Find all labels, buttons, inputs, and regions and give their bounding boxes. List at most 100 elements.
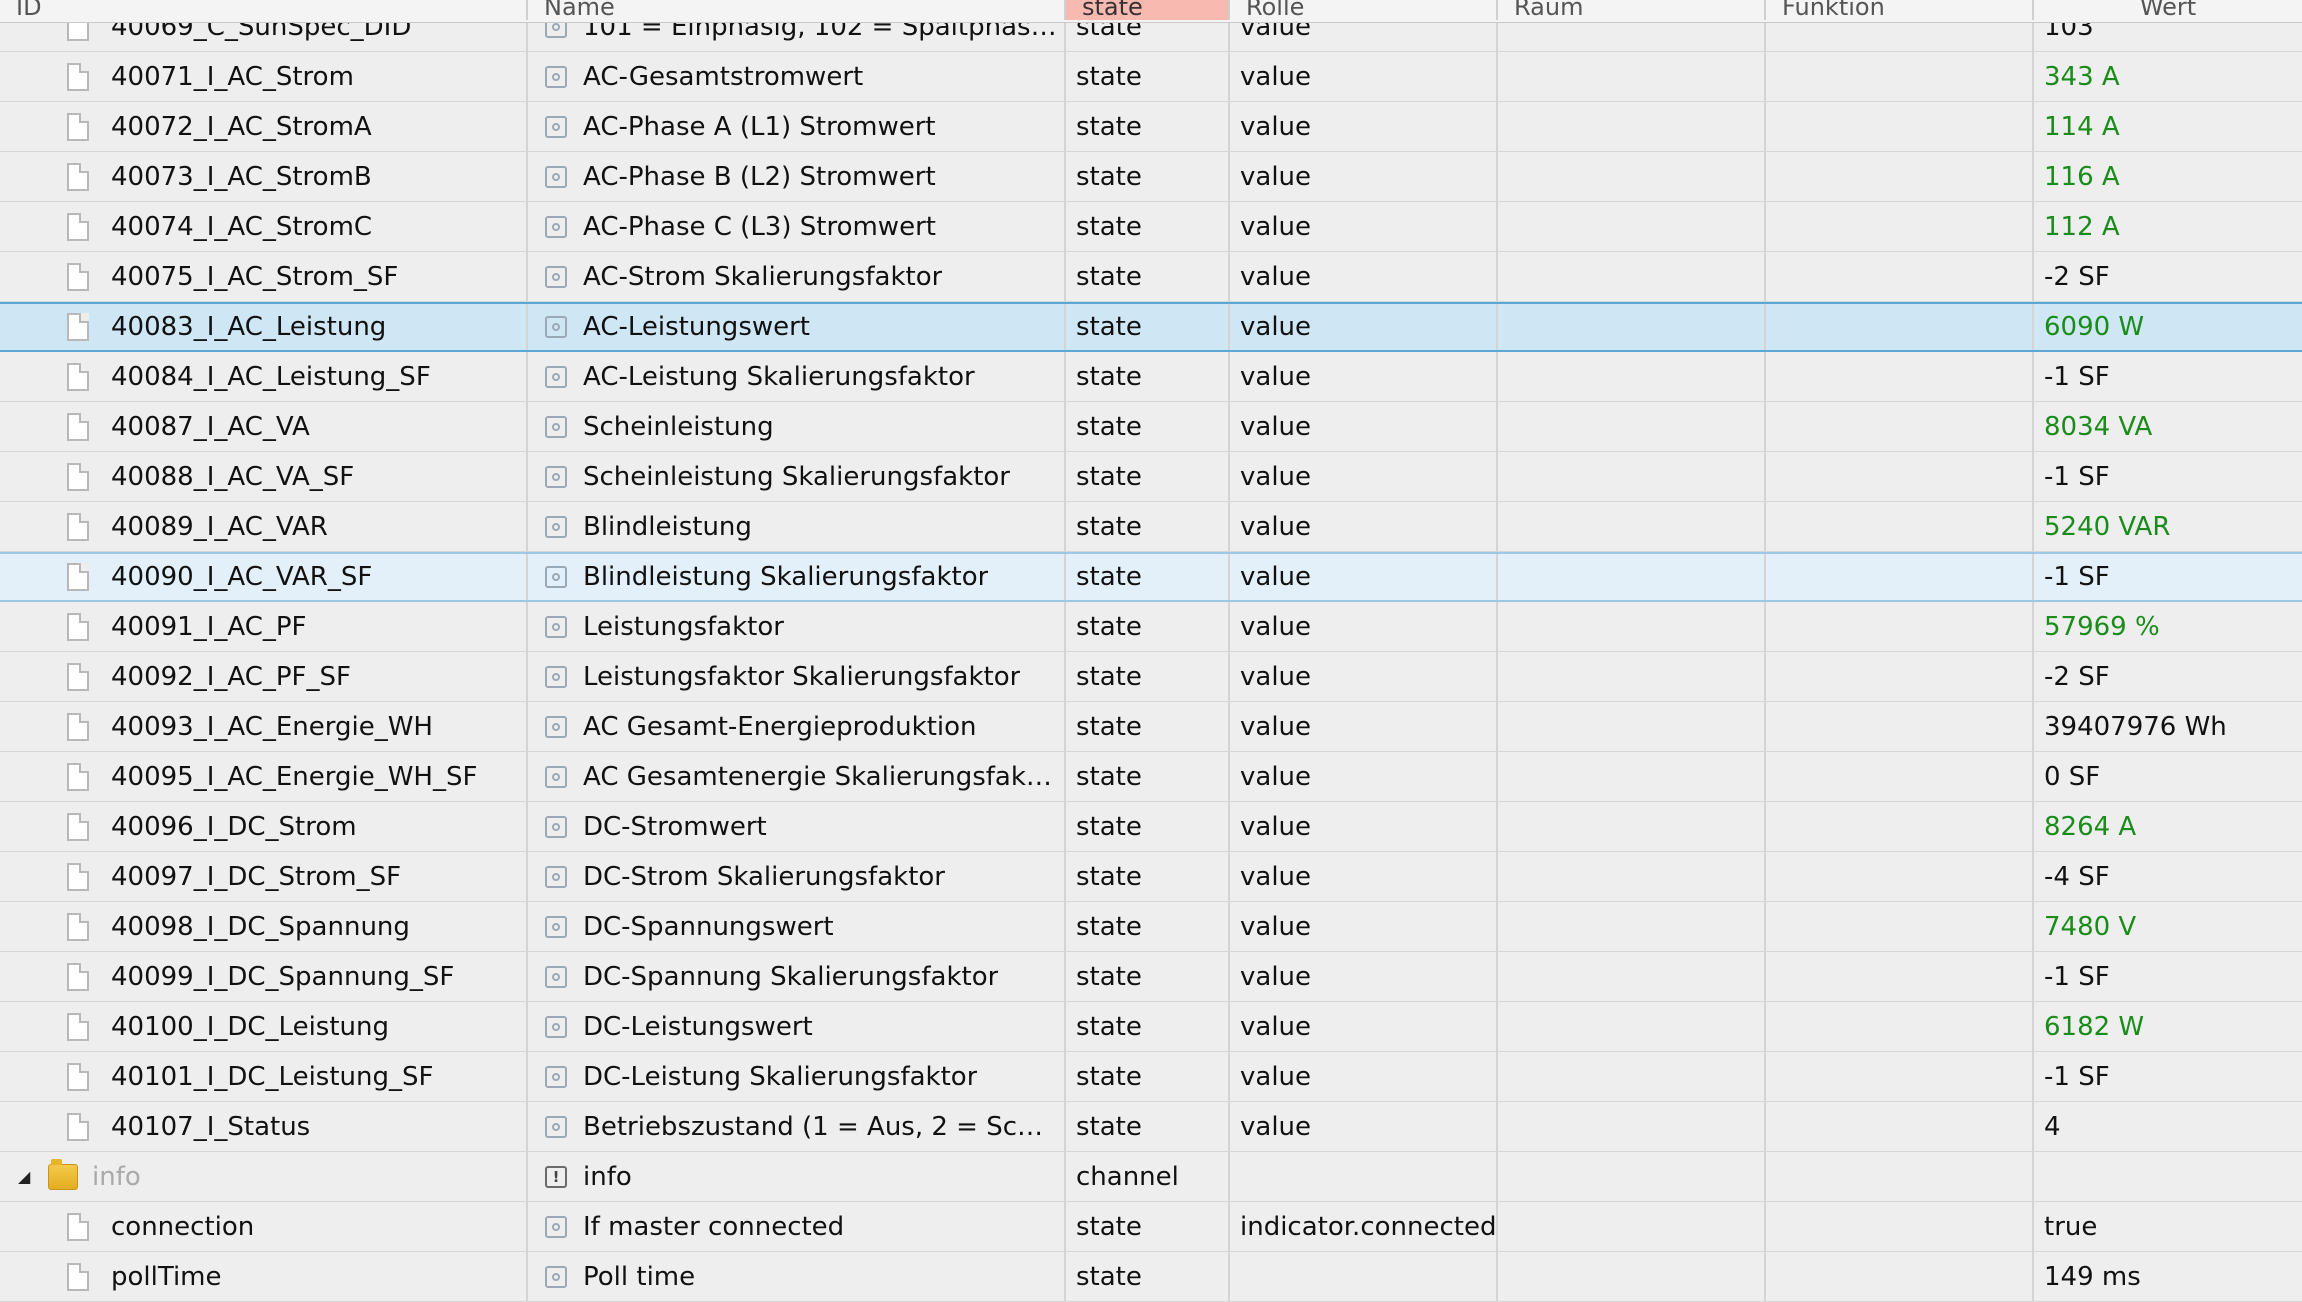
object-id: 40100_I_DC_Leistung [111,1011,390,1042]
value-cell[interactable]: 39407976 Wh [2034,702,2302,751]
object-value: 8264 A [2044,811,2137,842]
column-header-value[interactable]: Wert [2034,0,2302,20]
table-row[interactable]: 40071_I_AC_Strom AC-Gesamtstromwert stat… [0,52,2302,102]
object-id: 40083_I_AC_Leistung [111,312,387,342]
value-cell[interactable]: -1 SF [2034,352,2302,401]
column-header-id[interactable]: ID [0,0,528,20]
object-value: 116 A [2044,161,2120,192]
name-cell: ! info [528,1152,1066,1201]
table-row[interactable]: 40073_I_AC_StromB AC-Phase B (L2) Stromw… [0,152,2302,202]
value-cell[interactable]: 0 SF [2034,752,2302,801]
value-cell[interactable]: 6090 W [2034,304,2302,350]
type-cell: state [1066,202,1230,251]
value-cell[interactable]: -1 SF [2034,554,2302,600]
room-cell [1498,902,1766,951]
column-header-room[interactable]: Raum [1498,0,1766,20]
id-cell: 40073_I_AC_StromB [0,152,528,201]
value-cell[interactable]: 112 A [2034,202,2302,251]
table-row[interactable]: 40088_I_AC_VA_SF Scheinleistung Skalieru… [0,452,2302,502]
object-name: DC-Leistungswert [583,1011,813,1042]
table-row[interactable]: 40100_I_DC_Leistung DC-Leistungswert sta… [0,1002,2302,1052]
object-role: value [1240,711,1312,742]
room-cell [1498,802,1766,851]
room-cell [1498,652,1766,701]
column-header-role[interactable]: Rolle [1230,0,1498,20]
name-cell: Scheinleistung [528,402,1066,451]
function-cell [1766,802,2034,851]
table-row[interactable]: 40084_I_AC_Leistung_SF AC-Leistung Skali… [0,352,2302,402]
value-cell[interactable]: 4 [2034,1102,2302,1151]
value-cell[interactable]: -1 SF [2034,1052,2302,1101]
table-row-folder[interactable]: ◢ info ! info channel [0,1152,2302,1202]
function-cell [1766,1102,2034,1151]
object-id: 40099_I_DC_Spannung_SF [111,961,455,992]
name-cell: If master connected [528,1202,1066,1251]
table-row[interactable]: 40099_I_DC_Spannung_SF DC-Spannung Skali… [0,952,2302,1002]
table-row-hovered[interactable]: 40090_I_AC_VAR_SF Blindleistung Skalieru… [0,552,2302,602]
value-cell[interactable]: 343 A [2034,52,2302,101]
object-type: state [1076,161,1142,192]
collapse-triangle-icon[interactable]: ◢ [18,1167,30,1186]
id-cell: 40083_I_AC_Leistung [0,304,528,350]
name-cell: Poll time [528,1252,1066,1301]
id-cell: 40071_I_AC_Strom [0,52,528,101]
value-cell[interactable]: -1 SF [2034,952,2302,1001]
state-icon [545,715,567,738]
object-role: value [1240,1011,1312,1042]
type-cell: state [1066,252,1230,301]
object-id: connection [111,1211,255,1242]
value-cell[interactable]: 8034 VA [2034,402,2302,451]
table-row[interactable]: 40107_I_Status Betriebszustand (1 = Aus,… [0,1102,2302,1152]
object-role: value [1240,811,1312,842]
file-icon [67,412,89,441]
value-cell[interactable]: 7480 V [2034,902,2302,951]
table-row[interactable]: 40097_I_DC_Strom_SF DC-Strom Skalierungs… [0,852,2302,902]
state-icon [545,465,567,488]
table-row[interactable]: 40092_I_AC_PF_SF Leistungsfaktor Skalier… [0,652,2302,702]
table-row[interactable]: 40101_I_DC_Leistung_SF DC-Leistung Skali… [0,1052,2302,1102]
table-row[interactable]: 40072_I_AC_StromA AC-Phase A (L1) Stromw… [0,102,2302,152]
value-cell[interactable]: 114 A [2034,102,2302,151]
column-header-name[interactable]: Name [528,0,1066,20]
object-name: AC-Leistung Skalierungsfaktor [583,361,975,392]
value-cell[interactable]: 5240 VAR [2034,502,2302,551]
table-row[interactable]: 40091_I_AC_PF Leistungsfaktor state valu… [0,602,2302,652]
table-row-selected[interactable]: 40083_I_AC_Leistung AC-Leistungswert sta… [0,302,2302,352]
value-cell[interactable]: true [2034,1202,2302,1251]
object-type: state [1076,611,1142,642]
value-cell[interactable]: 6182 W [2034,1002,2302,1051]
column-header-function[interactable]: Funktion [1766,0,2034,20]
value-cell[interactable]: 116 A [2034,152,2302,201]
table-row[interactable]: 40074_I_AC_StromC AC-Phase C (L3) Stromw… [0,202,2302,252]
value-cell[interactable]: 149 ms [2034,1252,2302,1301]
table-row[interactable]: 40087_I_AC_VA Scheinleistung state value… [0,402,2302,452]
state-icon [545,1115,567,1138]
table-row[interactable]: 40093_I_AC_Energie_WH AC Gesamt-Energiep… [0,702,2302,752]
function-cell [1766,702,2034,751]
function-cell [1766,554,2034,600]
value-cell[interactable]: -2 SF [2034,652,2302,701]
id-cell: ◢ info [0,1152,528,1201]
function-cell [1766,752,2034,801]
role-cell: value [1230,102,1498,151]
table-row[interactable]: 40096_I_DC_Strom DC-Stromwert state valu… [0,802,2302,852]
object-type: state [1076,1061,1142,1092]
type-cell: state [1066,352,1230,401]
table-row[interactable]: 40075_I_AC_Strom_SF AC-Strom Skalierungs… [0,252,2302,302]
room-cell [1498,304,1766,350]
value-cell[interactable]: -4 SF [2034,852,2302,901]
object-role: value [1240,361,1312,392]
table-row[interactable]: 40098_I_DC_Spannung DC-Spannungswert sta… [0,902,2302,952]
table-row[interactable]: pollTime Poll time state 149 ms [0,1252,2302,1302]
table-row[interactable]: connection If master connected state ind… [0,1202,2302,1252]
value-cell[interactable]: 57969 % [2034,602,2302,651]
table-row[interactable]: 40089_I_AC_VAR Blindleistung state value… [0,502,2302,552]
name-cell: Leistungsfaktor Skalierungsfaktor [528,652,1066,701]
value-cell[interactable]: 8264 A [2034,802,2302,851]
value-cell[interactable]: -1 SF [2034,452,2302,501]
role-cell: value [1230,252,1498,301]
table-row[interactable]: 40095_I_AC_Energie_WH_SF AC Gesamtenergi… [0,752,2302,802]
value-cell[interactable]: -2 SF [2034,252,2302,301]
object-value: 57969 % [2044,611,2160,642]
column-header-type[interactable]: state [1066,0,1230,20]
